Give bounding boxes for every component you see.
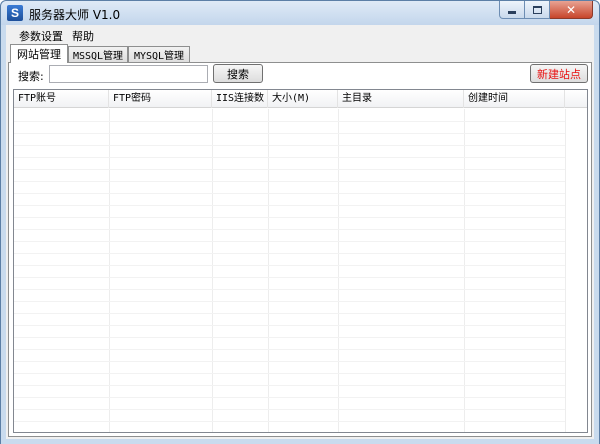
grid-row-line — [14, 121, 565, 122]
tab-mssql-management[interactable]: MSSQL管理 — [68, 46, 128, 62]
grid-row-line — [14, 313, 565, 314]
column-header-iis-connections[interactable]: IIS连接数 — [212, 90, 268, 108]
search-input[interactable] — [49, 65, 208, 83]
grid-column-line — [565, 109, 566, 432]
grid-row-line — [14, 421, 565, 422]
close-button[interactable]: ✕ — [550, 1, 593, 19]
column-header-home-directory[interactable]: 主目录 — [338, 90, 464, 108]
grid-row-line — [14, 409, 565, 410]
grid-row-line — [14, 301, 565, 302]
grid-row-line — [14, 169, 565, 170]
column-header-ftp-password[interactable]: FTP密码 — [109, 90, 212, 108]
column-header-filler — [565, 90, 587, 108]
grid-row-line — [14, 397, 565, 398]
grid-row-line — [14, 157, 565, 158]
client-area: 参数设置 帮助 网站管理 MSSQL管理 MYSQL管理 搜索: 搜索 新建站点… — [6, 25, 594, 439]
table-body — [14, 109, 587, 432]
search-button[interactable]: 搜索 — [213, 64, 263, 83]
minimize-icon — [508, 10, 516, 14]
menu-item-help[interactable]: 帮助 — [72, 28, 94, 44]
table-header: FTP账号 FTP密码 IIS连接数 大小(M) 主目录 创建时间 — [14, 90, 587, 108]
minimize-button[interactable] — [499, 1, 525, 19]
grid-row-line — [14, 265, 565, 266]
maximize-icon — [532, 5, 542, 14]
close-icon: ✕ — [565, 2, 577, 17]
grid-row-line — [14, 205, 565, 206]
window-bottom-border — [1, 439, 599, 444]
grid-row-line — [14, 337, 565, 338]
grid-row-line — [14, 325, 565, 326]
search-label: 搜索: — [18, 70, 44, 83]
window-title: 服务器大师 V1.0 — [29, 8, 121, 22]
grid-row-line — [14, 145, 565, 146]
grid-row-line — [14, 181, 565, 182]
app-window: S 服务器大师 V1.0 ✕ 参数设置 帮助 网站管理 MSSQL管理 MYSQ… — [0, 0, 600, 444]
column-header-ftp-account[interactable]: FTP账号 — [14, 90, 109, 108]
new-site-button[interactable]: 新建站点 — [530, 64, 588, 83]
column-header-size[interactable]: 大小(M) — [268, 90, 338, 108]
grid-row-line — [14, 385, 565, 386]
grid-row-line — [14, 361, 565, 362]
site-list-table[interactable]: FTP账号 FTP密码 IIS连接数 大小(M) 主目录 创建时间 — [13, 89, 588, 433]
grid-row-line — [14, 193, 565, 194]
grid-row-line — [14, 277, 565, 278]
grid-row-line — [14, 229, 565, 230]
menu-item-settings[interactable]: 参数设置 — [19, 28, 63, 44]
grid-row-line — [14, 373, 565, 374]
grid-row-line — [14, 253, 565, 254]
grid-row-line — [14, 133, 565, 134]
grid-row-line — [14, 217, 565, 218]
grid-row-line — [14, 241, 565, 242]
column-header-created-time[interactable]: 创建时间 — [464, 90, 565, 108]
tab-site-management[interactable]: 网站管理 — [10, 44, 68, 63]
tab-mysql-management[interactable]: MYSQL管理 — [128, 46, 190, 62]
app-logo-icon: S — [7, 5, 23, 21]
window-controls: ✕ — [499, 1, 593, 19]
site-management-panel: 搜索: 搜索 新建站点 FTP账号 FTP密码 IIS连接数 大小(M) 主目录… — [8, 62, 592, 437]
menu-bar: 参数设置 帮助 — [6, 25, 594, 44]
grid-row-line — [14, 289, 565, 290]
title-bar[interactable]: S 服务器大师 V1.0 ✕ — [1, 1, 599, 25]
grid-row-line — [14, 349, 565, 350]
maximize-button[interactable] — [525, 1, 550, 19]
